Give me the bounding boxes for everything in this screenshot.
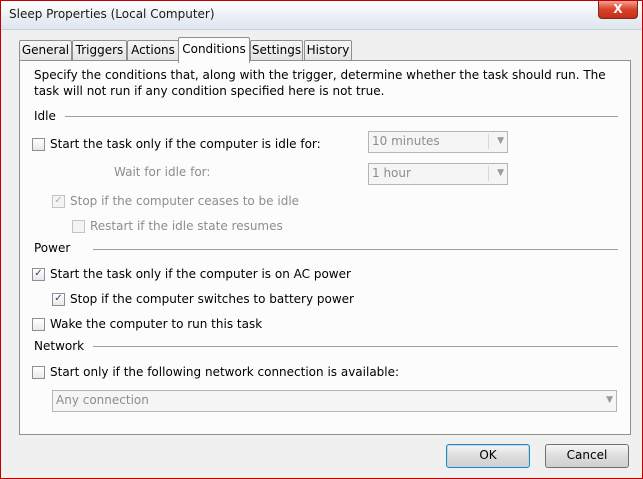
idle-heading: Idle — [34, 109, 56, 123]
check-icon: ✓ — [54, 195, 63, 206]
window-title: Sleep Properties (Local Computer) — [9, 7, 215, 21]
battery-label: Stop if the computer switches to battery… — [70, 292, 354, 306]
close-icon: X — [613, 2, 623, 16]
dropdown-separator — [488, 134, 489, 149]
ac-power-checkbox[interactable]: ✓ — [32, 268, 45, 281]
ac-power-label: Start the task only if the computer is o… — [50, 267, 351, 281]
network-divider — [93, 346, 618, 347]
restart-idle-checkbox[interactable] — [72, 220, 85, 233]
tab-general[interactable]: General — [19, 40, 72, 61]
dropdown-separator — [488, 166, 489, 181]
chevron-down-icon: ▼ — [606, 395, 613, 405]
wake-checkbox[interactable] — [32, 318, 45, 331]
chevron-down-icon: ▼ — [497, 168, 504, 178]
power-heading: Power — [34, 241, 71, 255]
wait-idle-value: 1 hour — [372, 166, 411, 180]
idle-start-checkbox[interactable] — [32, 138, 45, 151]
cancel-button[interactable]: Cancel — [545, 444, 629, 468]
network-connection-value: Any connection — [56, 393, 149, 407]
properties-window: Sleep Properties (Local Computer) X Gene… — [0, 0, 643, 479]
idle-duration-dropdown[interactable]: 10 minutes ▼ — [368, 131, 508, 153]
ok-button[interactable]: OK — [446, 444, 530, 468]
tab-triggers[interactable]: Triggers — [72, 40, 127, 61]
network-checkbox[interactable] — [32, 366, 45, 379]
wake-label: Wake the computer to run this task — [50, 317, 263, 331]
battery-checkbox[interactable]: ✓ — [52, 293, 65, 306]
stop-if-ceases-label: Stop if the computer ceases to be idle — [70, 194, 300, 208]
idle-duration-value: 10 minutes — [372, 134, 440, 148]
description-text: Specify the conditions that, along with … — [34, 68, 606, 98]
title-bar[interactable]: Sleep Properties (Local Computer) X — [1, 1, 642, 30]
stop-if-ceases-checkbox[interactable]: ✓ — [52, 195, 65, 208]
tab-history[interactable]: History — [304, 40, 352, 61]
network-heading: Network — [34, 339, 85, 353]
tab-actions[interactable]: Actions — [127, 40, 179, 61]
conditions-panel: Specify the conditions that, along with … — [19, 60, 631, 435]
network-connection-dropdown[interactable]: Any connection ▼ — [52, 390, 617, 412]
idle-start-label: Start the task only if the computer is i… — [50, 137, 321, 151]
wait-idle-dropdown[interactable]: 1 hour ▼ — [368, 163, 508, 185]
check-icon: ✓ — [34, 268, 43, 279]
power-divider — [93, 249, 618, 250]
tab-conditions[interactable]: Conditions — [178, 37, 250, 63]
check-icon: ✓ — [54, 293, 63, 304]
close-button[interactable]: X — [598, 1, 638, 19]
tab-settings[interactable]: Settings — [250, 40, 303, 61]
chevron-down-icon: ▼ — [497, 136, 504, 146]
network-label: Start only if the following network conn… — [50, 365, 400, 379]
wait-idle-label: Wait for idle for: — [114, 165, 211, 179]
restart-idle-label: Restart if the idle state resumes — [90, 219, 283, 233]
idle-divider — [65, 116, 618, 117]
